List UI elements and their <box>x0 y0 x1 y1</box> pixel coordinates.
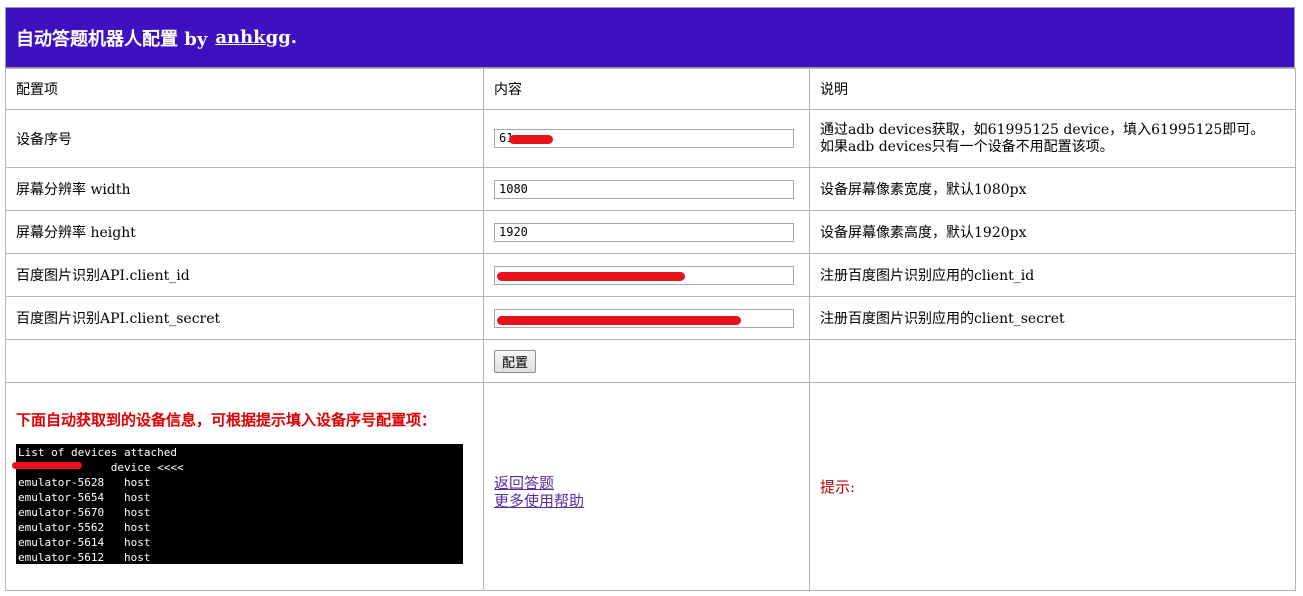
column-header-item: 配置项 <box>5 68 484 110</box>
row-desc: 通过adb devices获取，如61995125 device，填入61995… <box>809 109 1296 168</box>
config-button[interactable]: 配置 <box>494 349 537 373</box>
row-label: 百度图片识别API.client_id <box>5 253 484 297</box>
device-serial-input[interactable]: 61 <box>494 129 794 148</box>
back-to-quiz-link[interactable]: 返回答题 <box>494 474 799 492</box>
devices-title: 下面自动获取到的设备信息，可根据提示填入设备序号配置项： <box>16 411 437 429</box>
table-row-height: 屏幕分辨率 height 1920 设备屏幕像素高度，默认1920px <box>5 210 1296 254</box>
device-list-terminal: List of devices attached device <<<< emul… <box>12 444 463 564</box>
table-row-submit: 配置 <box>5 339 1296 383</box>
row-label: 百度图片识别API.client_secret <box>5 296 484 340</box>
config-table: 配置项 内容 说明 设备序号 61 通过adb devices获取，如61995… <box>5 68 1296 591</box>
redaction-mark <box>497 271 685 281</box>
redaction-mark <box>509 135 553 144</box>
column-header-desc: 说明 <box>809 68 1296 110</box>
redaction-mark <box>12 462 82 469</box>
client-secret-input[interactable] <box>494 308 794 328</box>
table-row-device-serial: 设备序号 61 通过adb devices获取，如61995125 device… <box>5 109 1296 168</box>
row-desc: 注册百度图片识别应用的client_secret <box>809 296 1296 340</box>
title-suffix: . <box>290 27 298 48</box>
client-id-input[interactable] <box>494 265 794 285</box>
redaction-mark <box>497 315 741 325</box>
height-input[interactable]: 1920 <box>494 222 794 242</box>
page-title: 自动答题机器人配置 by <box>16 28 208 50</box>
row-desc: 设备屏幕像素宽度，默认1080px <box>809 167 1296 211</box>
table-row-client-secret: 百度图片识别API.client_secret 注册百度图片识别应用的clien… <box>5 296 1296 340</box>
column-header-content: 内容 <box>483 68 810 110</box>
row-label: 屏幕分辨率 width <box>5 167 484 211</box>
more-help-link[interactable]: 更多使用帮助 <box>494 492 799 510</box>
author-link[interactable]: anhkgg <box>215 27 290 48</box>
row-label: 设备序号 <box>5 109 484 168</box>
table-row-client-id: 百度图片识别API.client_id 注册百度图片识别应用的client_id <box>5 253 1296 297</box>
table-header-row: 配置项 内容 说明 <box>5 68 1296 110</box>
width-input[interactable]: 1080 <box>494 179 794 199</box>
table-row-width: 屏幕分辨率 width 1080 设备屏幕像素宽度，默认1080px <box>5 167 1296 211</box>
table-row-devices: 下面自动获取到的设备信息，可根据提示填入设备序号配置项： List of dev… <box>5 382 1296 591</box>
row-desc: 设备屏幕像素高度，默认1920px <box>809 210 1296 254</box>
row-desc: 注册百度图片识别应用的client_id <box>809 253 1296 297</box>
row-label: 屏幕分辨率 height <box>5 210 484 254</box>
hint-label: 提示: <box>820 478 856 496</box>
page-header: 自动答题机器人配置 by anhkgg . <box>5 7 1295 68</box>
